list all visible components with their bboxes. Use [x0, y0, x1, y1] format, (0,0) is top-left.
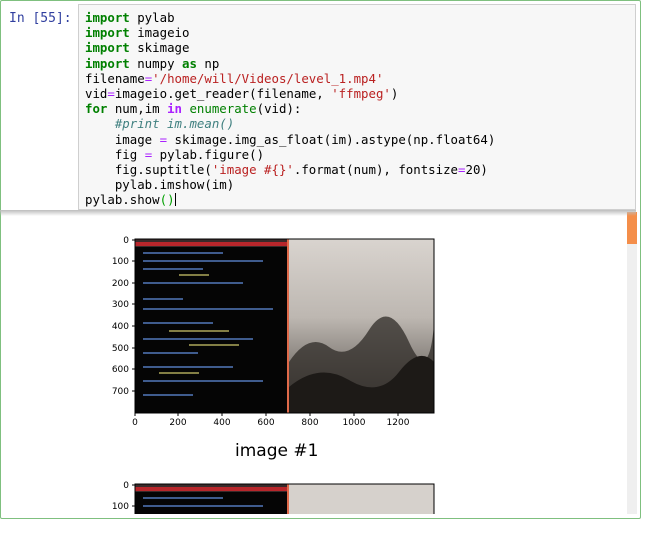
cell-prompt: In [55]:: [9, 11, 72, 26]
code-line-12: pylab.imshow(im): [85, 177, 235, 193]
output-area[interactable]: 0 100 200 300 400 500 600 700 0 200 400 …: [79, 212, 625, 514]
x-tick-label: 600: [257, 418, 274, 428]
code-line-5: filename='/home/will/Videos/level_1.mp4': [85, 70, 384, 86]
code-line-11: fig.suptitle('image #{}'.format(num), fo…: [85, 162, 488, 178]
code-line-1: import pylab: [85, 10, 175, 25]
code-line-9: image = skimage.img_as_float(im).astype(…: [85, 131, 496, 147]
code-line-8: #print im.mean(): [114, 116, 235, 132]
y-tick-label: 700: [112, 387, 129, 397]
code-editor[interactable]: import pylab import imageio import skima…: [78, 4, 636, 210]
x-tick-label: 200: [169, 418, 186, 428]
code-line-6: vid=imageio.get_reader(filename, 'ffmpeg…: [85, 86, 399, 102]
text-cursor: [174, 193, 176, 207]
code-line-7: for num,im in enumerate(vid):: [85, 101, 302, 117]
x-tick-label: 0: [132, 418, 138, 428]
editor-shadow: [0, 210, 636, 216]
y-tick-label: 400: [112, 322, 129, 332]
y-tick-label: 200: [112, 279, 129, 289]
y-tick-label: 300: [112, 300, 129, 310]
frame-image-1: [135, 484, 434, 514]
y-tick-label: 0: [123, 481, 129, 491]
code-text[interactable]: import pylab import imageio import skima…: [85, 10, 495, 208]
output-scrollbar[interactable]: [627, 212, 637, 514]
figure-title: image #1: [235, 441, 319, 461]
code-line-4: import numpy as np: [85, 55, 220, 71]
y-tick-label: 600: [112, 365, 129, 375]
x-tick-label: 1200: [387, 418, 410, 428]
figure-1: 0 100 200 300 400 500 600 700 0 200 400 …: [112, 236, 435, 514]
code-line-10: fig = pylab.figure(): [85, 146, 265, 162]
frame-image-0: [135, 239, 434, 413]
x-tick-label: 1000: [343, 418, 366, 428]
y-tick-label: 100: [112, 257, 129, 267]
x-tick-label: 800: [301, 418, 318, 428]
scrollbar-thumb[interactable]: [627, 212, 637, 244]
code-line-2: import imageio: [85, 25, 190, 41]
y-tick-label: 0: [123, 236, 129, 246]
y-tick-label: 500: [112, 344, 129, 354]
code-line-13: pylab.show(): [85, 192, 176, 208]
x-tick-label: 400: [213, 418, 230, 428]
code-line-3: import skimage: [85, 40, 190, 56]
y-tick-label: 100: [112, 502, 129, 512]
